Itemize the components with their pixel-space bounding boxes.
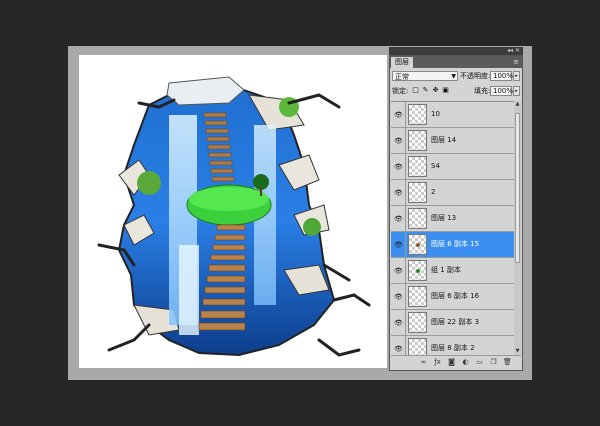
layer-name: S4 [431, 162, 440, 170]
new-group-icon[interactable]: ▭ [475, 358, 484, 367]
visibility-eye-icon[interactable]: 👁 [394, 215, 403, 223]
scrollbar-thumb[interactable] [515, 113, 520, 263]
layer-row[interactable]: 👁 图层 22 副本 3 [391, 310, 514, 336]
new-layer-icon[interactable]: ❐ [489, 358, 498, 367]
layer-thumbnail[interactable] [408, 260, 427, 281]
opacity-slider-icon[interactable]: ▸ [513, 71, 520, 81]
layer-name: 10 [431, 110, 440, 118]
opacity-field[interactable]: 100% [490, 71, 513, 81]
artwork-image [97, 76, 371, 357]
layer-thumbnail[interactable] [408, 104, 427, 125]
layer-scrollbar[interactable]: ▲ ▼ [514, 101, 521, 355]
tab-layers[interactable]: 图层 [391, 57, 413, 68]
add-mask-icon[interactable]: ◙ [447, 358, 456, 367]
layer-thumbnail[interactable] [408, 286, 427, 307]
layer-style-icon[interactable]: ƒx [433, 358, 442, 367]
row-divider [405, 102, 406, 128]
layer-row[interactable]: 👁 图层 14 [391, 128, 514, 154]
panel-menu-icon[interactable]: ≡ [513, 58, 519, 66]
visibility-eye-icon[interactable]: 👁 [394, 345, 403, 353]
layer-row[interactable]: 👁 图层 13 [391, 206, 514, 232]
row-divider [405, 180, 406, 206]
row-divider [405, 336, 406, 356]
visibility-eye-icon[interactable]: 👁 [394, 137, 403, 145]
thumbnail-content [416, 269, 420, 273]
visibility-eye-icon[interactable]: 👁 [394, 163, 403, 171]
document-canvas[interactable] [79, 55, 387, 368]
layer-list: 👁 10 👁 图层 14 👁 S4 👁 2 👁 图层 13 👁 图层 6 副本 15 👁 组 1 副本 👁 图… [391, 101, 514, 356]
layer-thumbnail[interactable] [408, 338, 427, 356]
visibility-eye-icon[interactable]: 👁 [394, 189, 403, 197]
fill-field[interactable]: 100% [490, 86, 513, 96]
layer-row[interactable]: 👁 S4 [391, 154, 514, 180]
visibility-eye-icon[interactable]: 👁 [394, 111, 403, 119]
fill-label: 填充: [474, 87, 491, 95]
panel-footer: ∞ ƒx ◙ ◐ ▭ ❐ 🗑 [391, 355, 521, 369]
fill-slider-icon[interactable]: ▸ [513, 86, 520, 96]
layer-thumbnail[interactable] [408, 182, 427, 203]
chevron-down-icon: ▼ [451, 73, 456, 80]
layer-thumbnail[interactable] [408, 156, 427, 177]
row-divider [405, 232, 406, 258]
layer-name: 图层 6 副本 16 [431, 292, 480, 300]
layer-row[interactable]: 👁 2 [391, 180, 514, 206]
blend-mode-value: 正常 [395, 73, 409, 81]
trash-icon[interactable]: 🗑 [503, 358, 512, 367]
row-divider [405, 206, 406, 232]
opacity-label: 不透明度: [460, 72, 491, 80]
lock-all-icon[interactable]: ▣ [442, 87, 449, 94]
row-divider [405, 284, 406, 310]
layer-thumbnail[interactable] [408, 208, 427, 229]
lock-position-icon[interactable]: ✥ [432, 87, 439, 94]
lock-fill-row: 锁定: □ ✎ ✥ ▣ 填充: 100% ▸ [392, 86, 520, 98]
visibility-eye-icon[interactable]: 👁 [394, 293, 403, 301]
panel-titlebar: ◂◂ ✕ [389, 47, 523, 55]
layer-thumbnail[interactable] [408, 234, 427, 255]
adjustment-layer-icon[interactable]: ◐ [461, 358, 470, 367]
row-divider [405, 310, 406, 336]
scroll-down-icon[interactable]: ▼ [514, 348, 521, 355]
layer-row[interactable]: 👁 组 1 副本 [391, 258, 514, 284]
layer-name: 组 1 副本 [431, 266, 461, 274]
layer-row[interactable]: 👁 图层 6 副本 16 [391, 284, 514, 310]
lock-transparent-icon[interactable]: □ [412, 87, 419, 94]
row-divider [405, 258, 406, 284]
visibility-eye-icon[interactable]: 👁 [394, 267, 403, 275]
layer-name: 图层 13 [431, 214, 457, 222]
row-divider [405, 154, 406, 180]
layers-panel: 图层 ≡ 正常 ▼ 不透明度: 100% ▸ 锁定: □ ✎ ✥ ▣ 填充: 1… [389, 55, 523, 371]
layer-row[interactable]: 👁 图层 6 副本 15 [391, 232, 514, 258]
scroll-up-icon[interactable]: ▲ [514, 101, 521, 108]
link-layers-icon[interactable]: ∞ [419, 358, 428, 367]
panel-tabbar: 图层 ≡ [390, 56, 522, 68]
thumbnail-content [416, 243, 420, 247]
blend-mode-select[interactable]: 正常 ▼ [392, 71, 458, 81]
double-arrow-icon[interactable]: ◂◂ ✕ [507, 47, 520, 55]
visibility-eye-icon[interactable]: 👁 [394, 319, 403, 327]
layer-name: 图层 22 副本 3 [431, 318, 480, 326]
layer-thumbnail[interactable] [408, 130, 427, 151]
layer-name: 2 [431, 188, 436, 196]
visibility-eye-icon[interactable]: 👁 [394, 241, 403, 249]
blend-opacity-row: 正常 ▼ 不透明度: 100% ▸ [392, 71, 520, 83]
lock-pixels-icon[interactable]: ✎ [422, 87, 429, 94]
layer-thumbnail[interactable] [408, 312, 427, 333]
layer-name: 图层 8 副本 2 [431, 344, 475, 352]
layer-name: 图层 6 副本 15 [431, 240, 480, 248]
layer-name: 图层 14 [431, 136, 457, 144]
lock-label: 锁定: [392, 87, 409, 95]
row-divider [405, 128, 406, 154]
layer-row[interactable]: 👁 图层 8 副本 2 [391, 336, 514, 356]
layer-row[interactable]: 👁 10 [391, 102, 514, 128]
